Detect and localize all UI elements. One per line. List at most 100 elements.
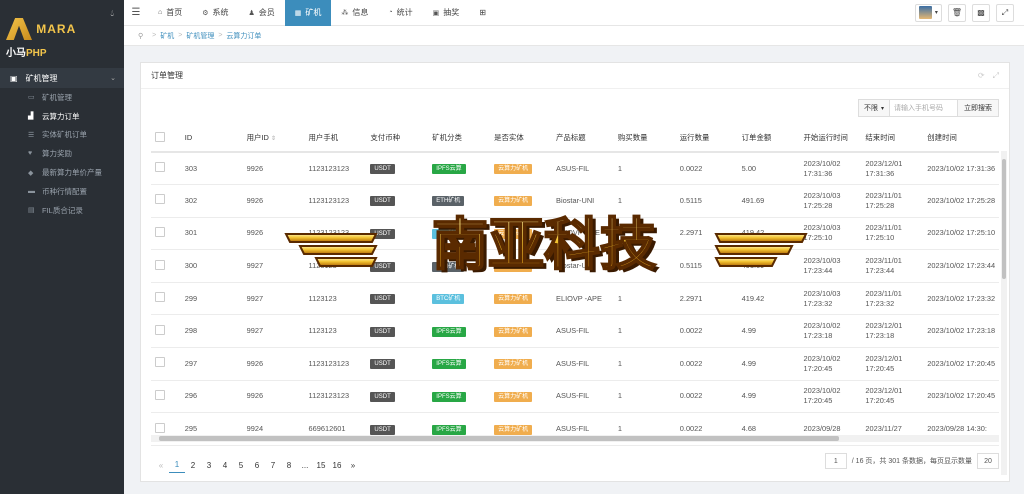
row-checkbox[interactable] [155, 162, 165, 173]
entity-badge: 云算力矿机 [494, 391, 533, 402]
cell-phone: 1123123123 [304, 152, 367, 186]
column-header: 是否实体 [490, 125, 553, 153]
sidebar-item[interactable]: ▬ 币种行情配置 [0, 182, 124, 201]
cell-entity: 云算力矿机 [490, 282, 553, 316]
cell-text: 0.0022 [679, 358, 703, 368]
cell-text: 2023/10/02 17:23:18 [927, 326, 996, 336]
row-checkbox[interactable] [155, 357, 165, 368]
breadcrumb-item[interactable]: 矿机 [160, 31, 174, 41]
user-menu-button[interactable]: ▾ [914, 3, 942, 22]
sidebar-item[interactable]: ☰ 实体矿机订单 [0, 126, 124, 145]
breadcrumb-item[interactable]: 矿机管理 [186, 31, 214, 41]
sidebar-item[interactable]: ◆ 最新算力单价产量 [0, 163, 124, 182]
gift-icon: ▣ [432, 9, 440, 17]
cell-coin: USDT [366, 314, 429, 349]
page-button[interactable]: 6 [249, 457, 265, 473]
page-button[interactable]: 15 [313, 457, 329, 473]
cell-text: 1 [617, 163, 623, 173]
row-checkbox[interactable] [155, 422, 165, 433]
logo[interactable]: MARA 小马PHP 💧︎ [0, 0, 124, 62]
refresh-icon[interactable]: ⟳ [978, 71, 985, 81]
search-button[interactable]: 立即搜索 [958, 99, 999, 117]
page-button[interactable]: 4 [217, 457, 233, 473]
drop-icon[interactable]: 💧︎ [110, 8, 114, 19]
page-button[interactable]: 16 [329, 457, 345, 473]
column-header[interactable]: ID [180, 125, 243, 153]
entity-badge: 云算力矿机 [494, 164, 533, 175]
sort-icon[interactable]: ⇕ [271, 136, 276, 142]
grid-icon[interactable]: ⊞ [469, 0, 496, 26]
sidebar-item[interactable]: ▟ 云算力订单 [0, 107, 124, 126]
page-jump-input[interactable]: 1 [824, 453, 847, 469]
column-header-label: 用户手机 [308, 133, 339, 142]
cell-text: 9927 [246, 261, 264, 271]
row-checkbox[interactable] [155, 292, 165, 303]
page-button[interactable]: 5 [233, 457, 249, 473]
select-all-checkbox[interactable] [155, 131, 165, 142]
page-button[interactable]: 2 [185, 457, 201, 473]
horizontal-scrollbar[interactable] [151, 435, 999, 442]
cell-text: 2.2971 [679, 293, 703, 303]
next-page-button[interactable]: » [345, 457, 361, 473]
cell-text: 303 [184, 163, 198, 173]
page-button[interactable]: 7 [265, 457, 281, 473]
cell-text: 9924 [246, 424, 264, 434]
nav-item[interactable]: ♟ 会员 [239, 0, 285, 26]
nav-item[interactable]: ▦ 矿机 [284, 0, 332, 26]
per-page-input[interactable]: 20 [977, 453, 999, 469]
column-header[interactable]: 用户ID ⇕ [242, 125, 305, 153]
sidebar: MARA 小马PHP 💧︎ ▣ 矿机管理 ⌄ ▭ 矿机管理 ▟ 云算力订单 ☰ 实体矿机订… [0, 0, 124, 494]
vertical-scrollbar[interactable] [1001, 151, 1007, 475]
row-checkbox[interactable] [155, 226, 165, 237]
sidebar-item[interactable]: ▭ 矿机管理 [0, 88, 124, 107]
expand-icon[interactable]: ⤢ [993, 71, 999, 81]
cell-phone: 1123123 [304, 314, 367, 349]
column-header-label: 产品标题 [556, 133, 586, 142]
nav-item-label: 信息 [352, 8, 369, 17]
sidebar-item[interactable]: ▤ FIL质合记录 [0, 201, 124, 220]
page-button[interactable]: 1 [169, 457, 185, 473]
entity-badge: 云算力矿机 [494, 424, 533, 435]
theme-button[interactable]: ▩ [972, 3, 990, 22]
page-button[interactable]: 3 [201, 457, 217, 473]
column-header: 结束时间 [861, 125, 924, 153]
nav-item[interactable]: ▣ 抽奖 [423, 0, 470, 26]
cell-end: 2023/12/01 17:20:45 [861, 380, 924, 414]
column-header: 订单金额 [737, 125, 800, 153]
cell-text: 4.99 [741, 358, 757, 368]
sidebar-group-miner[interactable]: ▣ 矿机管理 ⌄ [0, 68, 124, 88]
nav-item[interactable]: ⁂ 信息 [331, 0, 378, 26]
cell-text: 2023/10/02 17:23:32 [927, 293, 996, 303]
cell-uid: 9927 [242, 314, 305, 349]
row-checkbox[interactable] [155, 389, 165, 400]
menu-toggle-icon[interactable]: ☰ [124, 7, 148, 18]
search-input[interactable]: 请输入手机号码 [890, 99, 958, 117]
nav-item[interactable]: ⌂ 首页 [148, 0, 192, 26]
cell-text: 2023/12/01 17:20:45 [865, 386, 903, 406]
breadcrumb-item[interactable]: 云算力订单 [226, 31, 261, 41]
row-checkbox[interactable] [155, 194, 165, 205]
coin-badge: USDT [370, 196, 395, 207]
page-button[interactable]: 8 [281, 457, 297, 473]
cell-entity: 云算力矿机 [490, 152, 553, 186]
nav-item[interactable]: ◔ 统计 [378, 0, 422, 26]
cell-created: 2023/10/02 17:23:44 [923, 249, 999, 283]
select-all-header[interactable] [151, 125, 181, 153]
table-row: 298 9927 1123123 USDT IPFS云算 云算力矿机 ASUS-FIL 1 0.… [151, 314, 999, 349]
sidebar-item[interactable]: ♥ 算力奖励 [0, 144, 124, 163]
cell-text: 1 [617, 293, 623, 303]
fullscreen-button[interactable]: ⤢ [996, 3, 1014, 22]
cell-text: 4.99 [741, 326, 757, 336]
row-select-cell [151, 380, 181, 414]
right-wings-icon [714, 233, 808, 267]
cell-text: 1 [617, 358, 623, 368]
category-badge: IPFS云算 [432, 326, 466, 337]
cell-qty: 1 [613, 314, 676, 349]
search-filter-select[interactable]: 不限 ▾ [857, 99, 890, 117]
clear-cache-button[interactable]: 🗑︎ [947, 3, 966, 22]
row-checkbox[interactable] [155, 324, 165, 335]
prev-page-button[interactable]: « [153, 457, 169, 473]
row-checkbox[interactable] [155, 259, 165, 270]
nav-item[interactable]: ⚙ 系统 [192, 0, 238, 26]
cell-cat: IPFS云算 [428, 152, 491, 186]
